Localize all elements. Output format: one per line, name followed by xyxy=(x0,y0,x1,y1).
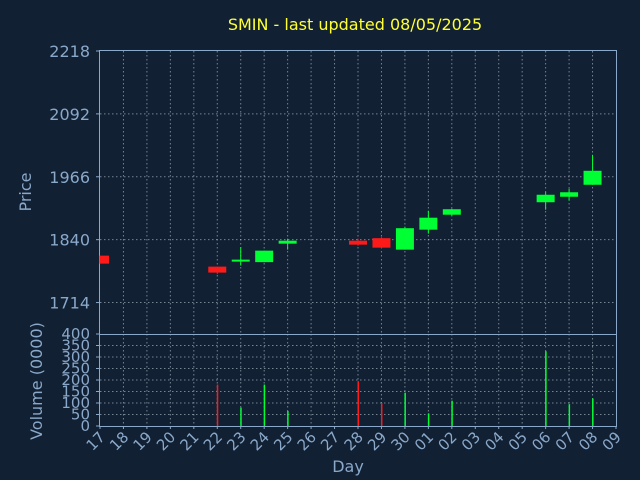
volume-bar xyxy=(240,407,242,426)
volume-tick-label: 400 xyxy=(61,325,90,343)
x-tick-label: 04 xyxy=(481,428,507,454)
volume-bar xyxy=(380,403,383,426)
volume-axis: 050100150200250300350400 xyxy=(61,325,100,435)
candle-body xyxy=(372,238,391,248)
candle xyxy=(99,255,109,264)
x-tick-label: 29 xyxy=(364,428,390,454)
price-tick-label: 1714 xyxy=(49,294,90,313)
x-tick-label: 07 xyxy=(552,428,578,454)
x-tick-label: 26 xyxy=(294,428,320,454)
x-axis: 1718192021222324252627282930010203040506… xyxy=(83,426,625,454)
candle-body xyxy=(208,266,227,273)
price-grid xyxy=(100,51,616,334)
chart-title: SMIN - last updated 08/05/2025 xyxy=(228,15,482,34)
volume-bar xyxy=(357,381,359,426)
x-tick-label: 18 xyxy=(106,428,132,454)
x-tick-label: 23 xyxy=(223,428,249,454)
candle-body xyxy=(231,259,250,262)
volume-axis-label: Volume (0000) xyxy=(27,322,46,440)
x-tick-label: 19 xyxy=(130,428,156,454)
volume-bar xyxy=(545,351,547,426)
candle-body xyxy=(255,250,274,263)
volume-bar xyxy=(404,392,406,426)
x-tick-label: 27 xyxy=(317,428,343,454)
price-tick-label: 1840 xyxy=(49,231,90,250)
candle xyxy=(255,250,274,263)
candle-body xyxy=(395,228,414,250)
candle xyxy=(278,238,297,250)
x-axis-label: Day xyxy=(332,457,364,476)
volume-bar xyxy=(287,411,289,426)
volume-bar xyxy=(568,404,571,426)
volume-bar xyxy=(451,400,453,426)
price-axis: 1714 1840 1966 2092 2218 xyxy=(49,42,100,313)
candle xyxy=(560,188,579,201)
candles-layer xyxy=(99,154,602,275)
x-tick-label: 02 xyxy=(434,428,460,454)
candle-body xyxy=(536,194,555,203)
x-tick-label: 20 xyxy=(153,428,179,454)
price-tick-label: 2218 xyxy=(49,42,90,61)
x-tick-label: 21 xyxy=(176,428,202,454)
price-tick-label: 1966 xyxy=(49,168,90,187)
x-tick-label: 03 xyxy=(458,428,484,454)
x-tick-label: 08 xyxy=(575,428,601,454)
x-tick-label: 05 xyxy=(505,428,531,454)
candle xyxy=(419,210,438,234)
x-tick-label: 06 xyxy=(528,428,554,454)
candle xyxy=(583,154,602,185)
candle xyxy=(372,237,391,249)
candle-body xyxy=(442,209,461,215)
candle xyxy=(536,192,555,210)
candle-body xyxy=(349,240,367,245)
volume-bar xyxy=(216,384,219,426)
x-tick-label: 24 xyxy=(247,428,273,454)
x-tick-label: 09 xyxy=(599,428,625,454)
volume-bar xyxy=(592,398,594,426)
candle-body xyxy=(419,217,438,230)
candle xyxy=(208,266,227,275)
volume-bar xyxy=(427,413,430,426)
price-tick-label: 2092 xyxy=(49,105,90,124)
candle xyxy=(231,247,250,266)
candle-body xyxy=(278,240,297,244)
x-tick-label: 22 xyxy=(200,428,226,454)
candle xyxy=(395,226,414,250)
candle xyxy=(442,208,461,216)
price-axis-label: Price xyxy=(16,172,35,211)
candle-body xyxy=(560,192,579,197)
volume-bar xyxy=(263,384,266,426)
x-tick-label: 30 xyxy=(388,428,414,454)
candle-body xyxy=(100,255,109,264)
x-tick-label: 25 xyxy=(270,428,296,454)
candle-body xyxy=(583,170,602,185)
candlestick-chart: SMIN - last updated 08/05/2025 171418401… xyxy=(16,15,625,476)
x-tick-label: 28 xyxy=(341,428,367,454)
x-tick-label: 01 xyxy=(411,428,437,454)
